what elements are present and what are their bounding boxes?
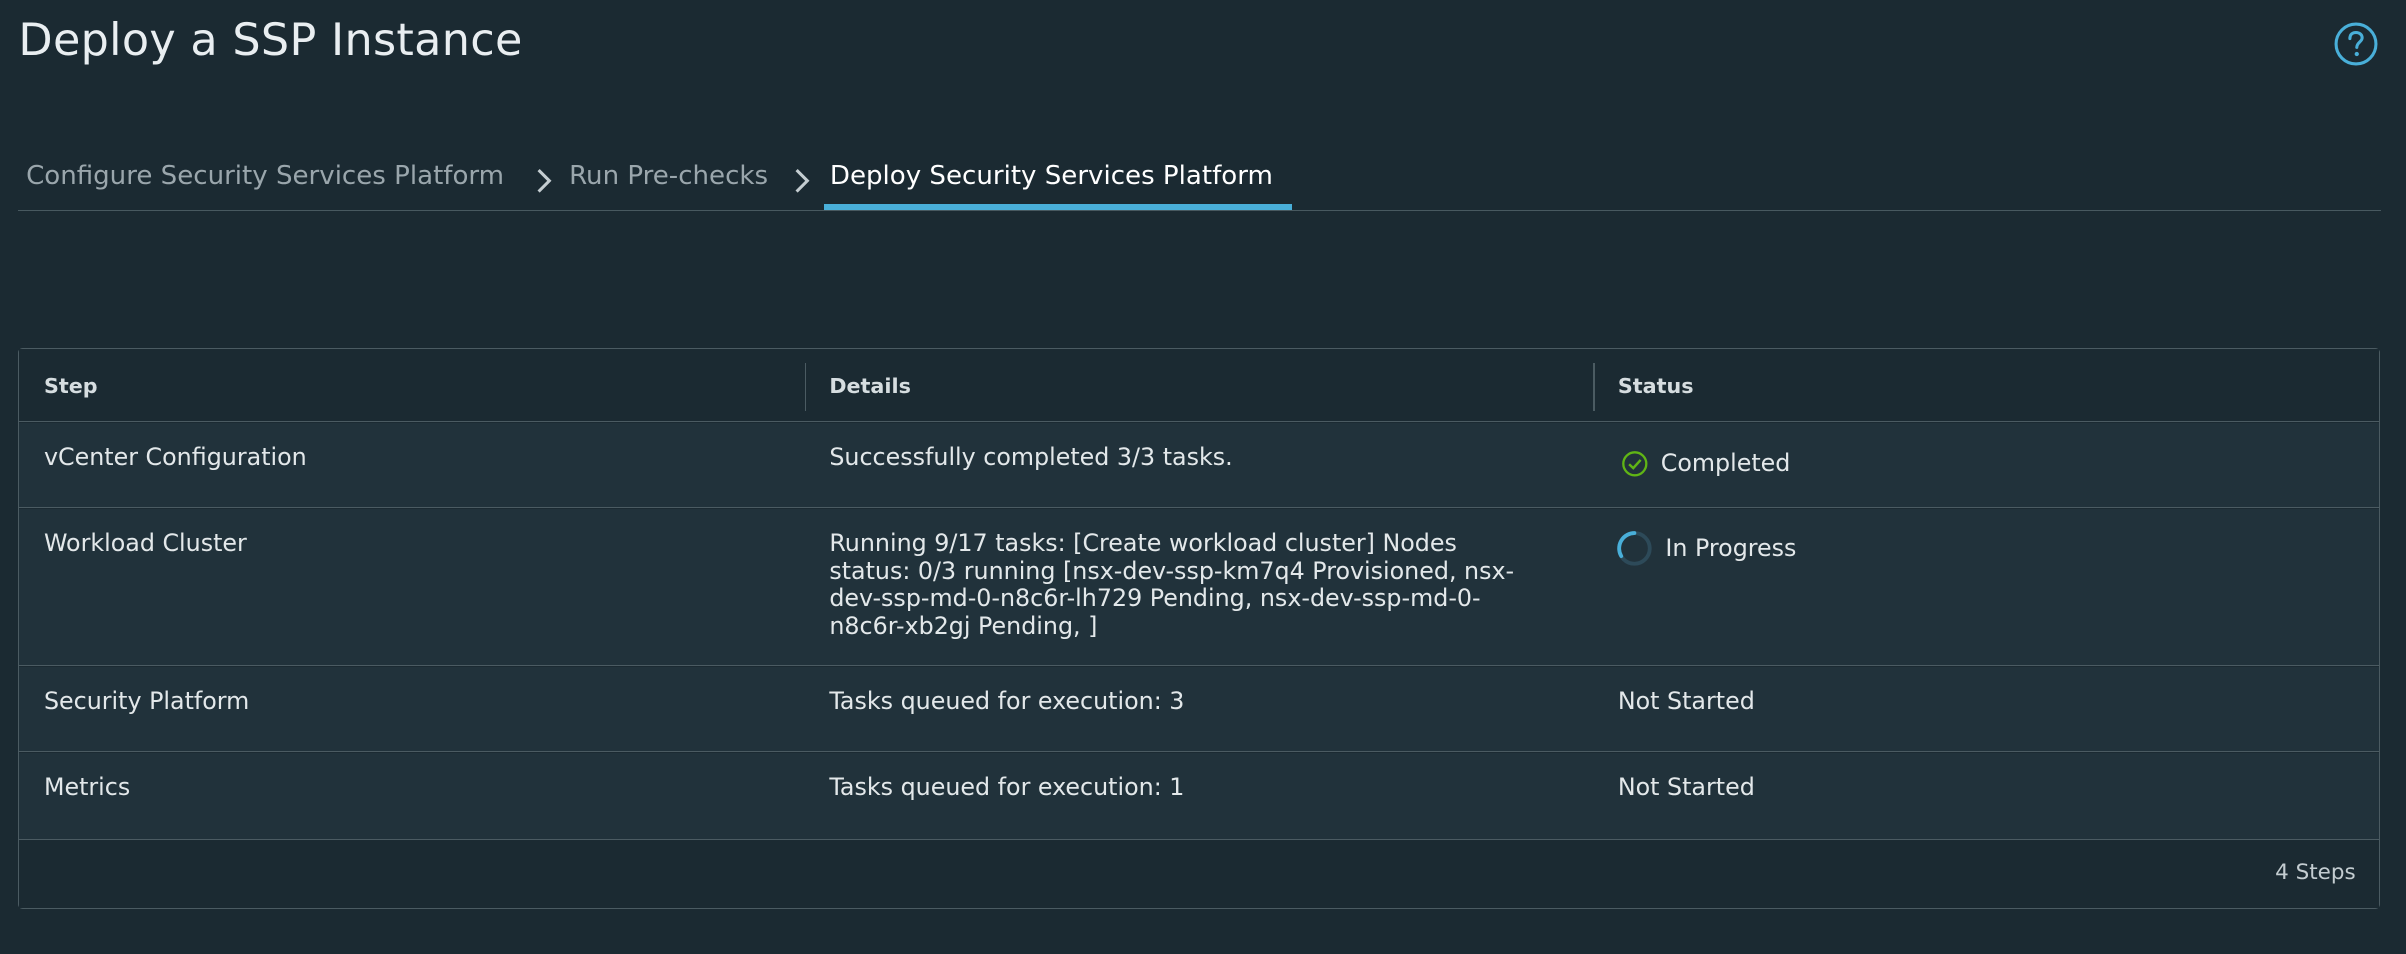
step-status: In Progress [1616, 530, 1796, 567]
help-circle-icon[interactable] [2333, 21, 2379, 67]
wizard-step-deploy[interactable]: Deploy Security Services Platform [830, 161, 1273, 191]
step-name: Workload Cluster [43, 529, 247, 558]
status-label: Not Started [1617, 687, 1755, 716]
step-details: Tasks queued for execution: 1 [829, 773, 1185, 802]
table-row: Security Platform Tasks queued for execu… [19, 666, 2379, 753]
step-details: Tasks queued for execution: 3 [829, 687, 1185, 716]
details-line: n8c6r-xb2gj Pending, ] [829, 612, 1098, 641]
chevron-right-icon [537, 169, 552, 193]
grid-footer: 4 Steps [19, 840, 2379, 908]
step-name: Security Platform [43, 687, 250, 716]
spinner-icon [1617, 531, 1652, 566]
step-name: Metrics [43, 773, 131, 802]
deploy-ssp-page: Deploy a SSP Instance Configure Security… [0, 0, 2405, 954]
status-label: Completed [1660, 449, 1791, 478]
chevron-right-icon [795, 169, 810, 193]
wizard-step-prechecks[interactable]: Run Pre-checks [569, 161, 768, 191]
table-row: vCenter Configuration Successfully compl… [19, 422, 2379, 509]
step-details: Successfully completed 3/3 tasks. [829, 443, 1233, 472]
wizard-steps-nav: Configure Security Services Platform Run… [18, 153, 2381, 212]
deployment-steps-grid: Step Details Status vCenter Configuratio… [18, 348, 2380, 909]
table-row: Metrics Tasks queued for execution: 1 No… [19, 752, 2379, 840]
table-row: Workload Cluster Running 9/17 tasks: [Cr… [19, 508, 2379, 667]
details-line: dev-ssp-md-0-n8c6r-lh729 Pending, nsx-de… [829, 584, 1481, 613]
details-line: status: 0/3 running [nsx-dev-ssp-km7q4 P… [829, 556, 1515, 585]
column-separator[interactable] [804, 363, 807, 411]
column-header-status[interactable]: Status [1618, 374, 1694, 398]
grid-header: Step Details Status [19, 349, 2379, 423]
status-label: In Progress [1665, 533, 1797, 562]
active-step-indicator [823, 204, 1292, 211]
details-line: Running 9/17 tasks: [Create workload clu… [829, 529, 1457, 558]
steps-count: 4 Steps [2275, 860, 2356, 886]
step-name: vCenter Configuration [43, 443, 307, 472]
column-header-step[interactable]: Step [44, 374, 98, 398]
step-status: Completed [1621, 449, 1791, 478]
success-check-circle-icon [1622, 451, 1648, 477]
page-title: Deploy a SSP Instance [18, 15, 523, 67]
column-header-details[interactable]: Details [829, 374, 911, 398]
wizard-step-configure[interactable]: Configure Security Services Platform [26, 161, 504, 191]
column-separator[interactable] [1593, 363, 1595, 411]
status-label: Not Started [1617, 773, 1755, 802]
step-details: Running 9/17 tasks: [Create workload clu… [829, 529, 1515, 641]
